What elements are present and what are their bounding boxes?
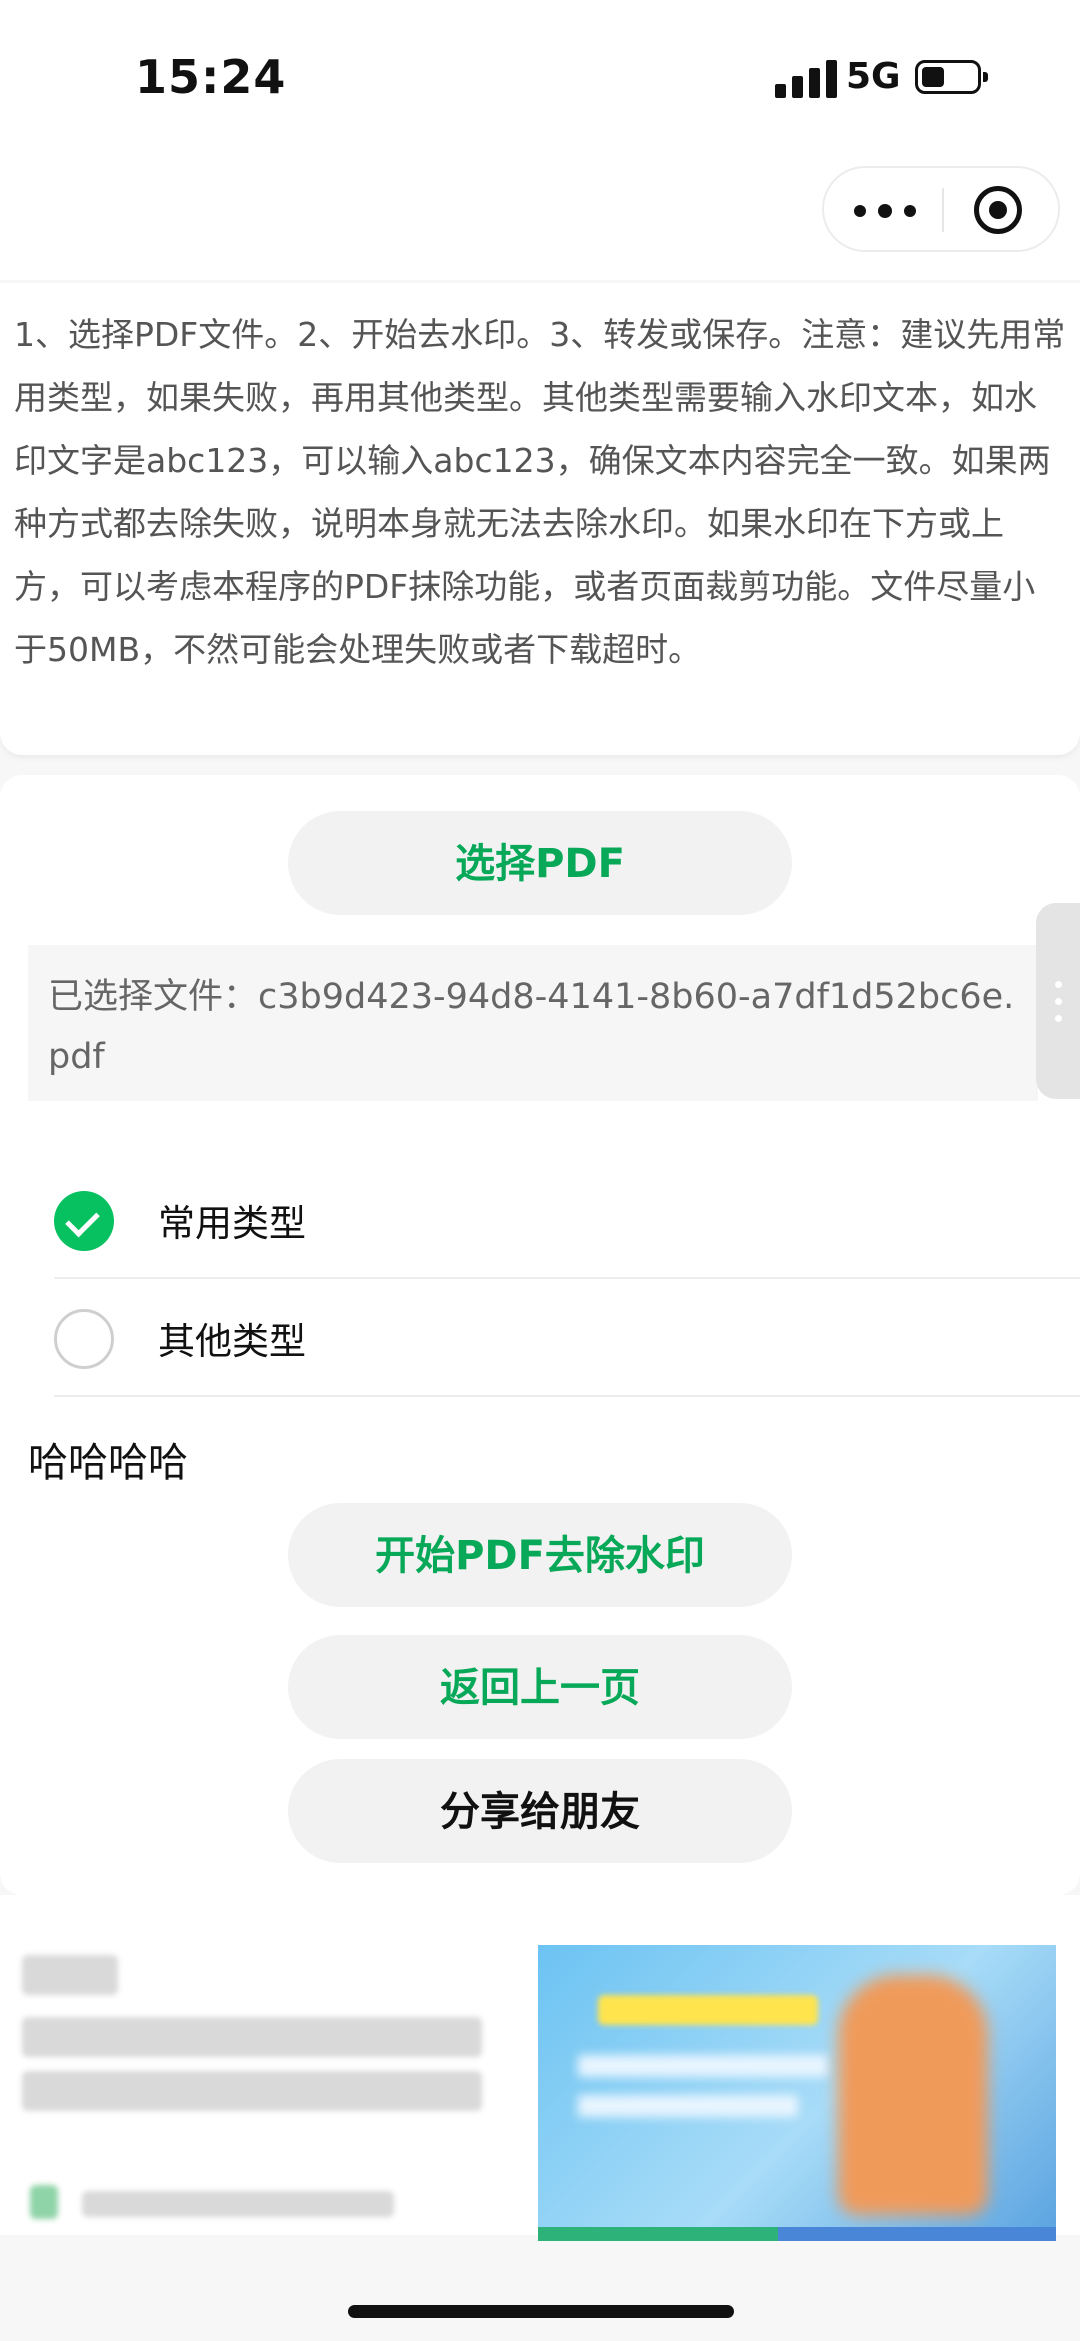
status-bar: 15:24 5G	[0, 0, 1080, 150]
ad-title-line	[22, 2071, 482, 2111]
option-label: 常用类型	[158, 1202, 306, 1245]
option-label: 其他类型	[158, 1320, 306, 1363]
instructions-card: 1、选择PDF文件。2、开始去水印。3、转发或保存。注意：建议先用常用类型，如果…	[0, 283, 1080, 755]
selected-file-text: 已选择文件：c3b9d423-94d8-4141-8b60-a7df1d52bc…	[28, 945, 1038, 1101]
option-common-type[interactable]: 常用类型	[54, 1161, 1080, 1279]
side-drag-handle[interactable]	[1036, 903, 1080, 1099]
home-indicator	[348, 2305, 734, 2318]
miniprogram-capsule	[822, 166, 1060, 252]
status-time: 15:24	[135, 50, 287, 104]
ad-image[interactable]	[538, 1945, 1056, 2241]
network-label: 5G	[846, 56, 901, 97]
check-icon[interactable]	[54, 1191, 114, 1251]
share-button[interactable]: 分享给朋友	[288, 1759, 792, 1863]
start-remove-watermark-button[interactable]: 开始PDF去除水印	[288, 1503, 792, 1607]
more-icon[interactable]	[854, 192, 918, 228]
option-other-type[interactable]: 其他类型	[54, 1279, 1080, 1397]
ad-source-line	[82, 2191, 394, 2217]
battery-icon	[915, 60, 988, 94]
main-panel: 选择PDF 已选择文件：c3b9d423-94d8-4141-8b60-a7df…	[0, 775, 1080, 1895]
back-button[interactable]: 返回上一页	[288, 1635, 792, 1739]
instructions-text: 1、选择PDF文件。2、开始去水印。3、转发或保存。注意：建议先用常用类型，如果…	[14, 315, 1066, 669]
page: 15:24 5G 1、选择PDF文件。2、开始去水印。3、转发或保存。注意：建议…	[0, 0, 1080, 2341]
ad-title-line	[22, 2017, 482, 2057]
signal-icon	[775, 58, 839, 98]
select-pdf-button[interactable]: 选择PDF	[288, 811, 792, 915]
close-miniprogram-icon[interactable]	[974, 186, 1022, 234]
radio-circle-icon[interactable]	[54, 1309, 114, 1369]
hint-text: 哈哈哈哈	[28, 1440, 188, 1486]
ad-banner[interactable]	[0, 1895, 1080, 2241]
capsule-divider	[942, 188, 944, 232]
ad-tag	[22, 1955, 118, 1995]
ad-source-icon	[30, 2185, 58, 2219]
nav-bar	[0, 150, 1080, 280]
